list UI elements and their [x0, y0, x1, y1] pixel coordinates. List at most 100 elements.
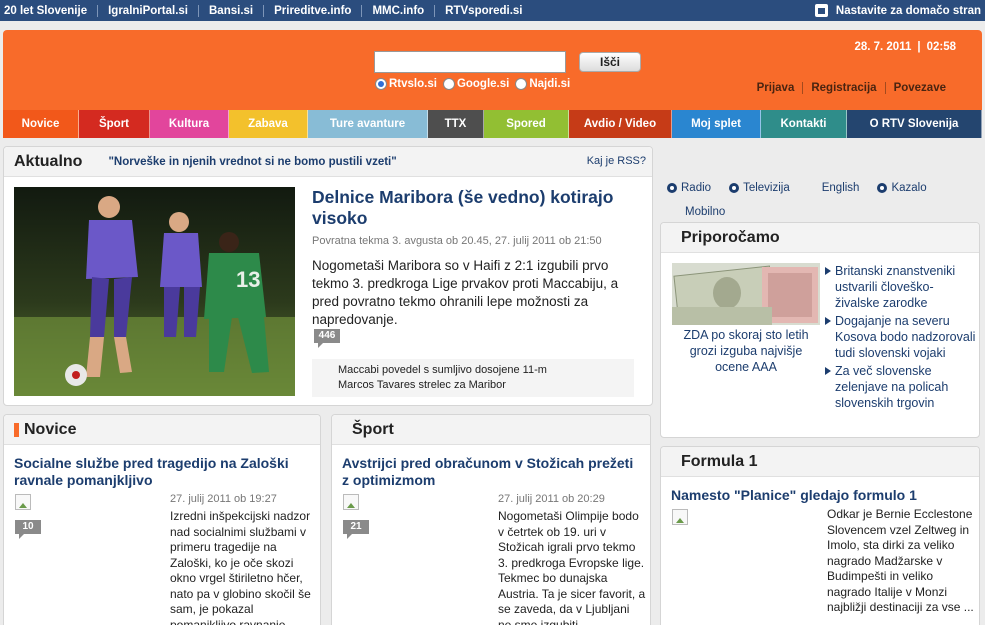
news-ticker[interactable]: "Norveške in njenih vrednot si ne bomo p… — [108, 156, 396, 168]
broken-image-icon[interactable] — [15, 494, 31, 510]
related-link[interactable]: Maccabi povedel s sumljivo dosojene 11-m — [338, 363, 634, 378]
comment-count-badge[interactable]: 10 — [15, 520, 41, 539]
account-links: Prijava Registracija Povezave — [749, 82, 946, 94]
banknotes-image — [672, 263, 820, 325]
broken-image-icon[interactable] — [672, 509, 688, 525]
top-bar: 20 let Slovenije IgralniPortal.si Bansi.… — [0, 0, 985, 21]
featured-headline[interactable]: Delnice Maribora (še vedno) kotirajo vis… — [312, 187, 642, 229]
tv-link-label: Televizija — [743, 182, 790, 194]
story-meta: 27. julij 2011 ob 19:27 — [170, 493, 277, 505]
recommended-item[interactable]: Dogajanje na severu Kosova bodo nadzorov… — [821, 313, 977, 361]
comment-count-badge[interactable]: 446 — [314, 329, 340, 348]
svg-text:13: 13 — [236, 267, 260, 292]
featured-summary: Nogometaši Maribora so v Haifi z 2:1 izg… — [312, 258, 619, 327]
nav-item-šport[interactable]: Šport — [79, 110, 150, 138]
login-link[interactable]: Prijava — [749, 82, 804, 94]
network-link[interactable]: Prireditve.info — [264, 4, 363, 17]
set-homepage-label: Nastavite za domačo stran — [835, 4, 981, 17]
recommended-item[interactable]: Za več slovenske zelenjave na policah sl… — [821, 363, 977, 411]
section-title: Priporočamo — [681, 228, 780, 246]
story-summary: Odkar je Bernie Ecclestone Slovencem vze… — [827, 507, 974, 614]
story-headline[interactable]: Avstrijci pred obračunom v Stožicah prež… — [342, 455, 642, 489]
football-photo-image: 13 — [14, 187, 295, 396]
site-header: Išči Rtvslo.si Google.si Najdi.si 28. 7.… — [3, 30, 982, 110]
english-link[interactable]: English — [822, 182, 860, 194]
formula-header: Formula 1 — [661, 447, 979, 477]
network-link[interactable]: 20 let Slovenije — [0, 4, 99, 17]
section-title[interactable]: Šport — [352, 421, 394, 439]
section-title[interactable]: Novice — [24, 421, 76, 439]
nav-item-ttx[interactable]: TTX — [428, 110, 484, 138]
current-time: 02:58 — [926, 41, 956, 53]
search-engine-options: Rtvslo.si Google.si Najdi.si — [375, 78, 570, 90]
links-link[interactable]: Povezave — [886, 82, 946, 94]
engine-option-rtvslo[interactable]: Rtvslo.si — [375, 78, 437, 90]
novice-box: Novice Socialne službe pred tragedijo na… — [3, 414, 321, 625]
index-link-label: Kazalo — [891, 182, 927, 194]
quick-links: Radio Televizija English Kazalo Mobilno — [667, 178, 967, 222]
featured-meta: Povratna tekma 3. avgusta ob 20.45, 27. … — [312, 235, 602, 247]
date-time: 28. 7. 2011 | 02:58 — [854, 41, 956, 53]
section-marker — [14, 422, 19, 437]
nav-item-o-rtv-slovenija[interactable]: O RTV Slovenija — [847, 110, 982, 138]
nav-item-spored[interactable]: Spored — [484, 110, 569, 138]
featured-photo[interactable]: 13 — [14, 187, 295, 396]
section-title: Aktualno — [14, 152, 83, 170]
radio-link[interactable]: Radio — [667, 182, 711, 194]
recommended-item[interactable]: Britanski znanstveniki ustvarili človešk… — [821, 263, 977, 311]
engine-option-najdi[interactable]: Najdi.si — [515, 78, 570, 90]
network-link[interactable]: RTVsporedi.si — [435, 5, 532, 17]
radio-selected-icon — [375, 78, 387, 90]
recommended-caption[interactable]: ZDA po skoraj sto letih grozi izguba naj… — [672, 327, 820, 375]
engine-label: Najdi.si — [529, 78, 571, 90]
nav-item-zabava[interactable]: Zabava — [229, 110, 308, 138]
story-headline[interactable]: Namesto "Planice" gledajo formulo 1 — [671, 487, 971, 503]
radio-icon — [667, 183, 677, 193]
search-input[interactable] — [374, 51, 566, 73]
nav-item-moj-splet[interactable]: Moj splet — [672, 110, 761, 138]
set-homepage-link[interactable]: Nastavite za domačo stran — [814, 0, 981, 21]
index-link[interactable]: Kazalo — [877, 182, 927, 194]
nav-item-avdio-video[interactable]: Avdio / Video — [569, 110, 672, 138]
engine-label: Google.si — [456, 78, 510, 90]
radio-link-label: Radio — [681, 182, 712, 194]
aktualno-header: Aktualno "Norveške in njenih vrednot si … — [4, 147, 652, 177]
network-link[interactable]: IgralniPortal.si — [98, 4, 199, 17]
network-links: 20 let Slovenije IgralniPortal.si Bansi.… — [0, 0, 533, 21]
story-headline[interactable]: Socialne službe pred tragedijo na Zalošk… — [14, 455, 314, 489]
formula-box: Formula 1 Namesto "Planice" gledajo form… — [660, 446, 980, 625]
network-link[interactable]: MMC.info — [362, 4, 436, 17]
related-link[interactable]: Marcos Tavares strelec za Maribor — [338, 378, 634, 393]
tv-link[interactable]: Televizija — [729, 182, 790, 194]
recommended-list: Britanski znanstveniki ustvarili človešk… — [821, 263, 977, 413]
network-link[interactable]: Bansi.si — [199, 4, 265, 17]
story-summary: Izredni inšpekcijski nadzor nad socialni… — [170, 509, 311, 625]
nav-item-kultura[interactable]: Kultura — [150, 110, 229, 138]
rss-link[interactable]: Kaj je RSS? — [587, 155, 646, 167]
sport-box: Šport Avstrijci pred obračunom v Stožica… — [331, 414, 651, 625]
tv-icon — [729, 183, 740, 193]
related-links: Maccabi povedel s sumljivo dosojene 11-m… — [312, 359, 634, 397]
nav-item-novice[interactable]: Novice — [3, 110, 79, 138]
sport-header: Šport — [332, 415, 650, 445]
register-link[interactable]: Registracija — [803, 82, 886, 94]
recommended-header: Priporočamo — [661, 223, 979, 253]
engine-option-google[interactable]: Google.si — [442, 78, 510, 90]
aktualno-box: Aktualno "Norveške in njenih vrednot si … — [3, 146, 653, 406]
story-meta: 27. julij 2011 ob 20:29 — [498, 493, 605, 505]
broken-image-icon[interactable] — [343, 494, 359, 510]
section-title[interactable]: Formula 1 — [681, 453, 757, 471]
nav-item-kontakti[interactable]: Kontakti — [761, 110, 847, 138]
search-button[interactable]: Išči — [579, 52, 641, 72]
engine-label: Rtvslo.si — [389, 78, 437, 90]
mobile-link[interactable]: Mobilno — [685, 206, 725, 218]
current-date: 28. 7. 2011 — [854, 41, 912, 53]
main-nav: Novice Šport Kultura Zabava Ture avanture TTX… — [3, 110, 982, 138]
novice-header: Novice — [4, 415, 320, 445]
story-summary: Nogometaši Olimpije bodo v četrtek ob 19… — [498, 509, 646, 625]
nav-item-ture-avanture[interactable]: Ture avanture — [308, 110, 428, 138]
recommended-box: Priporočamo ZDA po skoraj sto letih groz… — [660, 222, 980, 438]
dollar-photo[interactable] — [672, 263, 820, 325]
radio-icon — [515, 78, 528, 90]
comment-count-badge[interactable]: 21 — [343, 520, 369, 539]
